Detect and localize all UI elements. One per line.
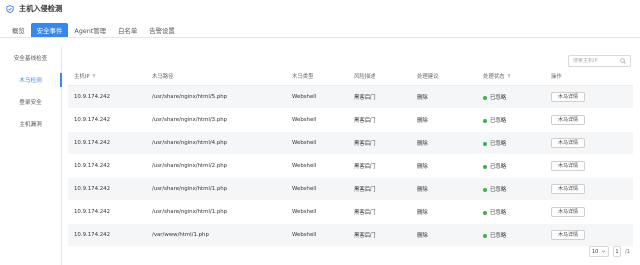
column-header-status[interactable]: 处理状态 xyxy=(483,72,551,80)
risk-description: 黑客后门 xyxy=(354,233,376,239)
host-ip: 10.9.174.242 xyxy=(74,163,111,169)
status-dot-icon xyxy=(483,164,487,169)
host-ip: 10.9.174.242 xyxy=(74,94,111,100)
column-header-action: 操作 xyxy=(551,73,562,80)
sidebar-item-host-vulnerability[interactable]: 主机漏洞 xyxy=(0,113,61,135)
table-body: 10.9.174.242 /usr/share/nginx/html/5.php… xyxy=(68,86,633,247)
risk-description: 黑客后门 xyxy=(354,210,376,216)
tab-agent-management[interactable]: Agent管理 xyxy=(68,23,112,37)
trojan-type: Webshell xyxy=(292,117,317,123)
current-page-input[interactable]: 1 xyxy=(613,246,621,257)
column-header-trojan-path: 木马路径 xyxy=(152,73,174,80)
host-ip: 10.9.174.242 xyxy=(74,117,111,123)
title-bar: 主机入侵检测 xyxy=(0,0,640,18)
status: 已忽略 xyxy=(483,139,551,147)
risk-description: 黑客后门 xyxy=(354,187,376,193)
trojan-path: /var/www/html/1.php xyxy=(152,232,209,238)
table-row: 10.9.174.242 /usr/share/nginx/html/5.php… xyxy=(68,86,633,109)
tab-whitelist[interactable]: 白名单 xyxy=(112,23,143,37)
table-row: 10.9.174.242 /var/www/html/1.php Webshel… xyxy=(68,224,633,247)
suggestion: 删除 xyxy=(417,118,428,124)
risk-description: 黑客后门 xyxy=(354,95,376,101)
trojan-path: /usr/share/nginx/html/4.php xyxy=(152,140,228,146)
column-header-trojan-type: 木马类型 xyxy=(292,73,314,80)
suggestion: 删除 xyxy=(417,233,428,239)
table-header: 主机IP 木马路径 木马类型 风险描述 处理建议 处理状态 操作 xyxy=(68,66,633,86)
status: 已忽略 xyxy=(483,116,551,124)
sidebar-item-login-security[interactable]: 登录安全 xyxy=(0,91,61,113)
table-row: 10.9.174.242 /usr/share/nginx/html/1.php… xyxy=(68,178,633,201)
risk-description: 黑客后门 xyxy=(354,118,376,124)
trojan-type: Webshell xyxy=(292,232,317,238)
column-header-host-ip[interactable]: 主机IP xyxy=(68,72,140,80)
suggestion: 删除 xyxy=(417,164,428,170)
trojan-detail-button[interactable]: 木马详情 xyxy=(551,161,586,171)
sidebar: 安全基线检查 木马检测 登录安全 主机漏洞 xyxy=(0,47,62,265)
column-header-risk: 风险描述 xyxy=(354,73,376,80)
trojan-type: Webshell xyxy=(292,209,317,215)
status-dot-icon xyxy=(483,233,487,238)
trojan-path: /usr/share/nginx/html/1.php xyxy=(152,186,228,192)
trojan-detail-button[interactable]: 木马详情 xyxy=(551,230,586,240)
filter-icon[interactable] xyxy=(92,74,96,78)
chevron-down-icon xyxy=(601,250,606,253)
table-row: 10.9.174.242 /usr/share/nginx/html/1.php… xyxy=(68,201,633,224)
host-ip: 10.9.174.242 xyxy=(74,186,111,192)
status-dot-icon xyxy=(483,141,487,146)
pagination: 10 1 /1 xyxy=(589,246,630,257)
trojan-detail-button[interactable]: 木马详情 xyxy=(551,138,586,148)
trojan-path: /usr/share/nginx/html/1.php xyxy=(152,209,228,215)
risk-description: 黑客后门 xyxy=(354,164,376,170)
risk-description: 黑客后门 xyxy=(354,141,376,147)
suggestion: 删除 xyxy=(417,210,428,216)
trojan-table: 主机IP 木马路径 木马类型 风险描述 处理建议 处理状态 操作 10.9.17… xyxy=(68,66,633,247)
trojan-path: /usr/share/nginx/html/5.php xyxy=(152,94,228,100)
tab-security-events[interactable]: 安全事件 xyxy=(30,23,69,37)
status-dot-icon xyxy=(483,118,487,123)
page-title: 主机入侵检测 xyxy=(19,4,63,13)
trojan-detail-button[interactable]: 木马详情 xyxy=(551,115,586,125)
status: 已忽略 xyxy=(483,162,551,170)
trojan-type: Webshell xyxy=(292,140,317,146)
trojan-type: Webshell xyxy=(292,186,317,192)
tab-overview[interactable]: 概览 xyxy=(6,23,31,37)
table-row: 10.9.174.242 /usr/share/nginx/html/4.php… xyxy=(68,132,633,155)
host-ip: 10.9.174.242 xyxy=(74,140,111,146)
tab-alert-settings[interactable]: 告警设置 xyxy=(143,23,181,37)
status: 已忽略 xyxy=(483,208,551,216)
status: 已忽略 xyxy=(483,185,551,193)
suggestion: 删除 xyxy=(417,141,428,147)
trojan-type: Webshell xyxy=(292,163,317,169)
trojan-detail-button[interactable]: 木马详情 xyxy=(551,92,586,102)
page-size-select[interactable]: 10 xyxy=(589,246,609,257)
status-dot-icon xyxy=(483,187,487,192)
status-dot-icon xyxy=(483,95,487,100)
trojan-path: /usr/share/nginx/html/2.php xyxy=(152,163,228,169)
trojan-detail-button[interactable]: 木马详情 xyxy=(551,184,586,194)
status: 已忽略 xyxy=(483,93,551,101)
sidebar-item-trojan-detection[interactable]: 木马检测 xyxy=(0,69,62,91)
trojan-path: /usr/share/nginx/html/3.php xyxy=(152,117,228,123)
host-ip: 10.9.174.242 xyxy=(74,232,111,238)
table-row: 10.9.174.242 /usr/share/nginx/html/2.php… xyxy=(68,155,633,178)
host-ip: 10.9.174.242 xyxy=(74,209,111,215)
tab-bar: 概览 安全事件 Agent管理 白名单 告警设置 xyxy=(0,23,640,38)
table-row: 10.9.174.242 /usr/share/nginx/html/3.php… xyxy=(68,109,633,132)
search-input[interactable] xyxy=(573,58,620,64)
status: 已忽略 xyxy=(483,231,551,239)
trojan-type: Webshell xyxy=(292,94,317,100)
search-icon[interactable] xyxy=(620,58,626,64)
page-total: /1 xyxy=(625,248,630,255)
suggestion: 删除 xyxy=(417,95,428,101)
filter-icon[interactable] xyxy=(507,74,511,78)
status-dot-icon xyxy=(483,210,487,215)
shield-icon xyxy=(6,5,14,13)
suggestion: 删除 xyxy=(417,187,428,193)
column-header-suggestion: 处理建议 xyxy=(417,73,439,80)
sidebar-item-baseline-check[interactable]: 安全基线检查 xyxy=(0,47,61,69)
trojan-detail-button[interactable]: 木马详情 xyxy=(551,207,586,217)
